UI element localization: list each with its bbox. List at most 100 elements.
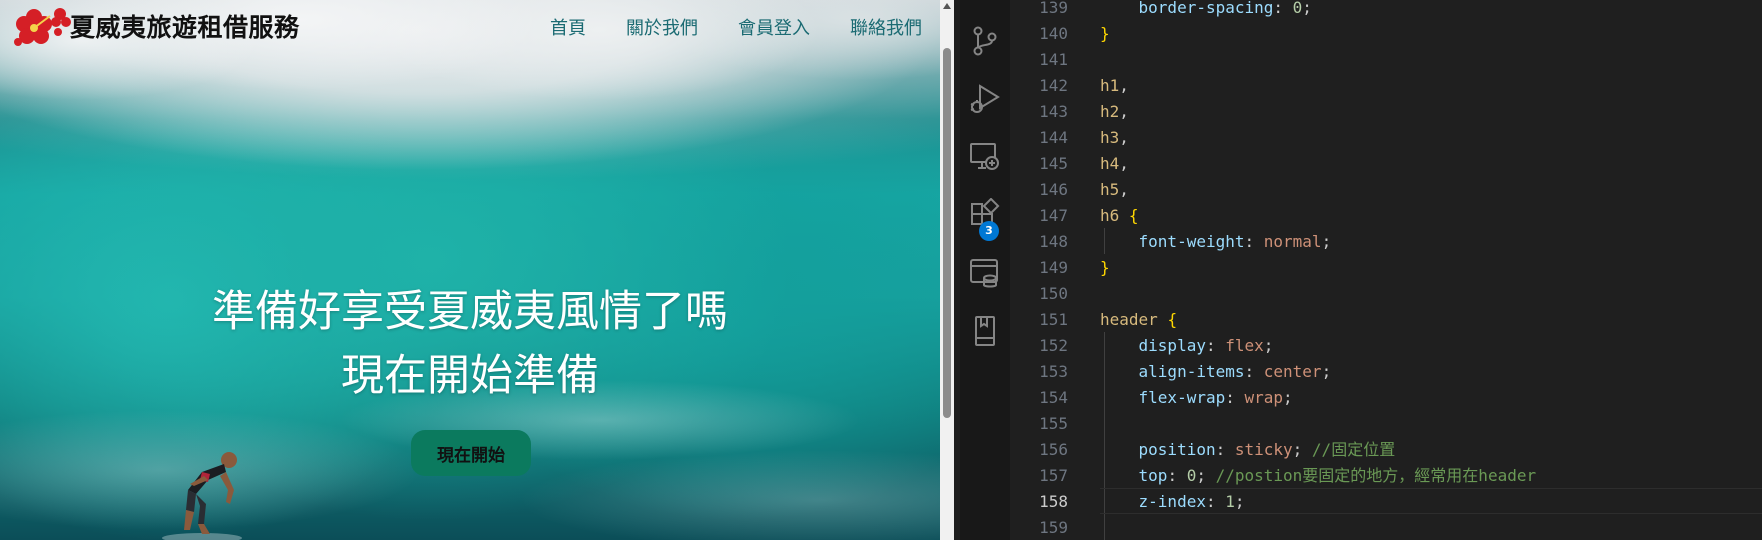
hero-heading: 準備好享受夏威夷風情了嗎 現在開始準備 [0, 280, 940, 408]
code-text: font-weight: normal; [1100, 229, 1332, 255]
code-token: //固定位置 [1311, 440, 1396, 459]
code-token: ; [1292, 440, 1312, 459]
code-line[interactable]: 152 display: flex; [1010, 333, 1762, 359]
code-line[interactable]: 143 h2, [1010, 99, 1762, 125]
start-now-button[interactable]: 現在開始 [411, 430, 531, 476]
code-token: : [1244, 232, 1264, 251]
code-token: : [1215, 440, 1235, 459]
scroll-up-arrow-icon[interactable] [943, 3, 951, 9]
code-token: ; [1234, 492, 1245, 511]
site-header: 夏威夷旅遊租借服務 首頁 關於我們 會員登入 聯絡我們 [0, 0, 940, 54]
line-number: 156 [1039, 440, 1068, 459]
code-token: align-items [1138, 362, 1245, 381]
line-number: 145 [1039, 154, 1068, 173]
code-token: h3 [1100, 128, 1120, 147]
line-number: 157 [1039, 466, 1068, 485]
code-text: h3, [1100, 125, 1129, 151]
code-token: : [1273, 0, 1293, 17]
code-token: h2 [1100, 102, 1120, 121]
database-icon[interactable] [968, 256, 1002, 290]
code-token: sticky [1234, 440, 1293, 459]
code-token: h5 [1100, 180, 1120, 199]
code-token: 0 [1186, 466, 1197, 485]
hero-heading-line1: 準備好享受夏威夷風情了嗎 [212, 287, 728, 337]
code-line[interactable]: 155 [1010, 411, 1762, 437]
hero-heading-line2: 現在開始準備 [341, 351, 599, 401]
hibiscus-logo-icon[interactable] [10, 0, 74, 52]
code-line[interactable]: 151 header { [1010, 307, 1762, 333]
line-number: 153 [1039, 362, 1068, 381]
code-token: ; [1283, 388, 1293, 407]
nav-about[interactable]: 關於我們 [626, 14, 698, 40]
code-token: normal [1263, 232, 1322, 251]
code-token: ; [1321, 232, 1332, 251]
code-token: border-spacing [1138, 0, 1274, 17]
activity-bar [960, 0, 1010, 540]
code-text: h4, [1100, 151, 1129, 177]
code-token: } [1100, 258, 1110, 277]
code-token: : [1167, 466, 1187, 485]
code-text: header { [1100, 307, 1177, 333]
code-token: header [1100, 310, 1158, 329]
line-number: 151 [1039, 310, 1068, 329]
code-line[interactable]: 149} [1010, 255, 1762, 281]
code-token: h6 [1100, 206, 1120, 225]
line-number: 146 [1039, 180, 1068, 199]
hero-section: 夏威夷旅遊租借服務 首頁 關於我們 會員登入 聯絡我們 準備好享受夏威夷風情了嗎… [0, 0, 940, 540]
run-debug-icon[interactable] [968, 82, 1002, 116]
code-text: align-items: center; [1100, 359, 1332, 385]
brand-title[interactable]: 夏威夷旅遊租借服務 [70, 8, 300, 44]
code-text: h6 { [1100, 203, 1139, 229]
code-token: : [1244, 362, 1264, 381]
code-line[interactable]: 144 h3, [1010, 125, 1762, 151]
code-line[interactable]: 156 position: sticky; //固定位置 [1010, 437, 1762, 463]
code-line[interactable]: 150 [1010, 281, 1762, 307]
code-line[interactable]: 154 flex-wrap: wrap; [1010, 385, 1762, 411]
scrollbar-thumb[interactable] [943, 48, 951, 418]
code-token: { [1167, 310, 1178, 329]
code-line[interactable]: 140} [1010, 21, 1762, 47]
line-number: 144 [1039, 128, 1068, 147]
code-token: //postion要固定的地方，經常用在header [1215, 466, 1537, 485]
code-token: } [1100, 24, 1110, 43]
line-number: 140 [1039, 24, 1068, 43]
code-line[interactable]: 159 [1010, 515, 1762, 540]
code-line[interactable]: 142 h1, [1010, 73, 1762, 99]
browser-scrollbar[interactable] [940, 0, 954, 540]
code-token: flex-wrap [1138, 388, 1226, 407]
code-line[interactable]: 146 h5, [1010, 177, 1762, 203]
code-line[interactable]: 148 font-weight: normal; [1010, 229, 1762, 255]
code-text: flex-wrap: wrap; [1100, 385, 1293, 411]
code-text: h5, [1100, 177, 1129, 203]
line-number: 152 [1039, 336, 1068, 355]
code-line[interactable]: 145 h4, [1010, 151, 1762, 177]
code-token: : [1205, 336, 1226, 355]
code-token: 0 [1292, 0, 1303, 17]
bookmark-icon[interactable] [968, 314, 1002, 348]
line-number: 155 [1039, 414, 1068, 433]
code-line[interactable]: 141 [1010, 47, 1762, 73]
code-text: top: 0; //postion要固定的地方，經常用在header [1100, 463, 1537, 489]
code-line[interactable]: 153 align-items: center; [1010, 359, 1762, 385]
source-control-icon[interactable] [968, 24, 1002, 58]
remote-explorer-icon[interactable] [968, 140, 1002, 174]
code-line[interactable]: 158 z-index: 1; [1010, 489, 1762, 515]
code-line[interactable]: 157 top: 0; //postion要固定的地方，經常用在header [1010, 463, 1762, 489]
nav-member-login[interactable]: 會員登入 [738, 14, 810, 40]
surfer-image [162, 452, 242, 540]
code-line[interactable]: 147 h6 { [1010, 203, 1762, 229]
line-number: 154 [1039, 388, 1068, 407]
line-number: 159 [1039, 518, 1068, 537]
line-number: 141 [1039, 50, 1068, 69]
nav-contact[interactable]: 聯絡我們 [850, 14, 922, 40]
code-editor[interactable]: 139 border-spacing: 0; 140} 141 142 h1, 143 h2… [1010, 0, 1762, 540]
code-line[interactable]: 139 border-spacing: 0; [1010, 0, 1762, 21]
code-token: : [1225, 388, 1245, 407]
code-token: h4 [1100, 154, 1120, 173]
nav-home[interactable]: 首頁 [550, 14, 586, 40]
